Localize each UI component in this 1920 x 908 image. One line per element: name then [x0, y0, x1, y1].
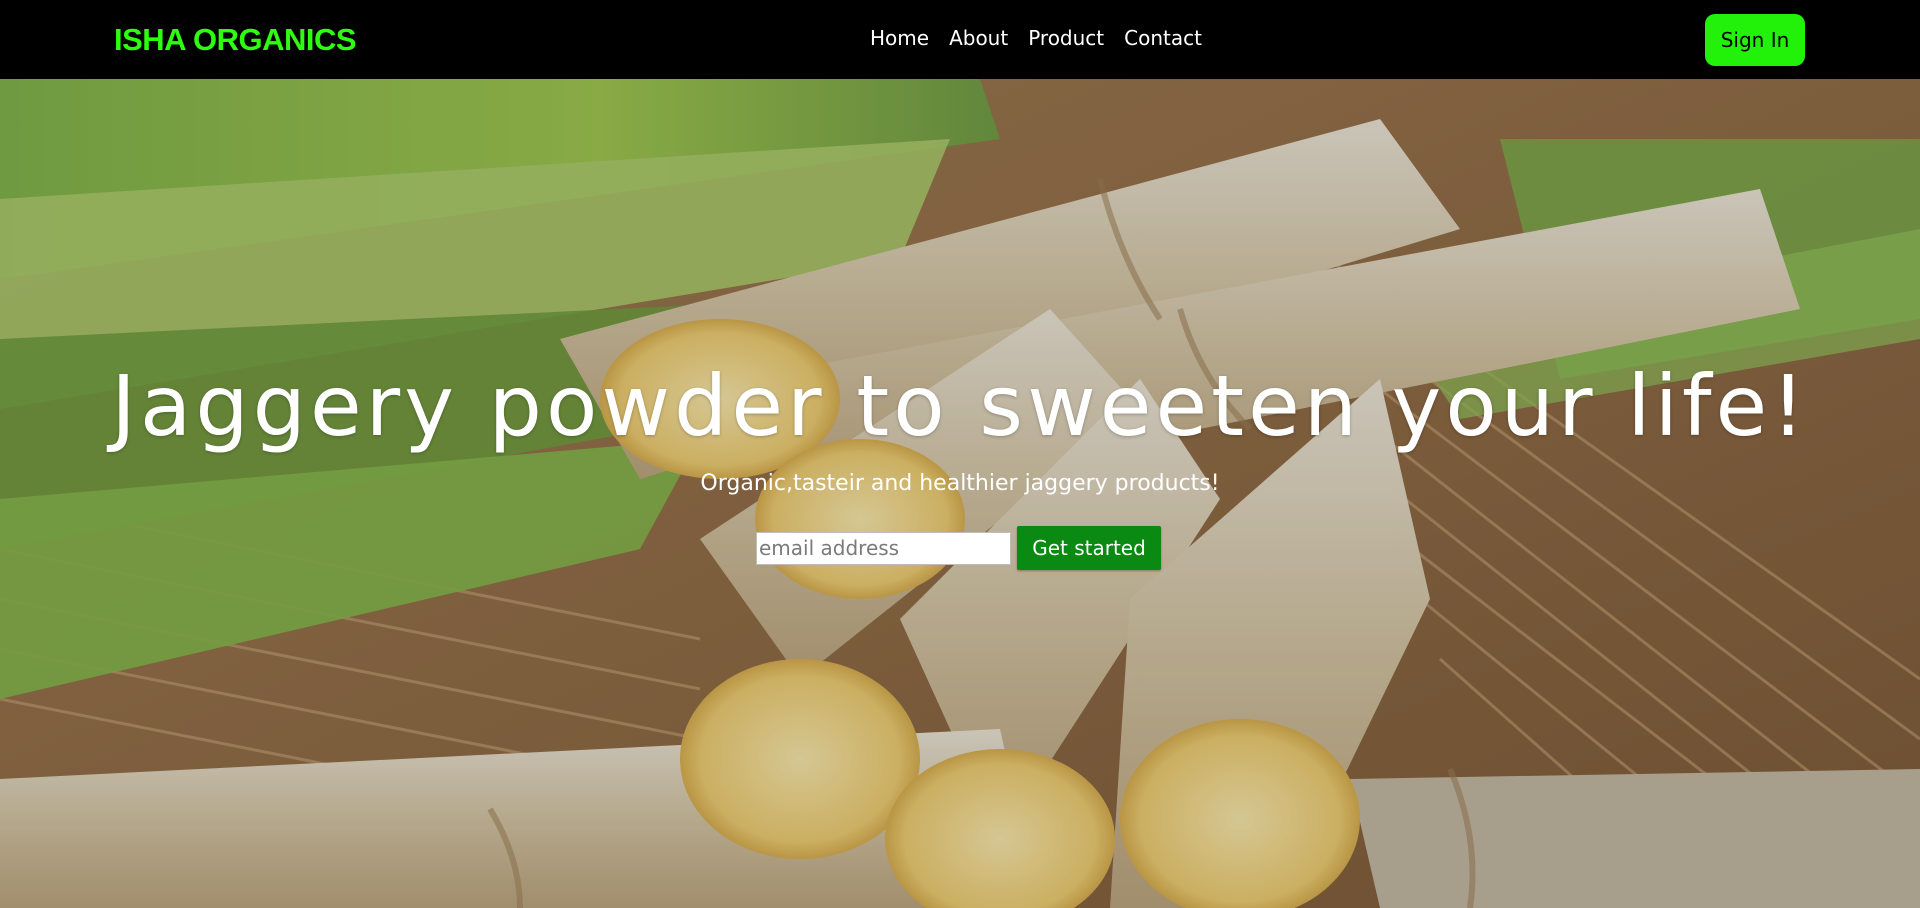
nav-link-product[interactable]: Product	[1018, 24, 1114, 52]
email-signup-form: Get started	[756, 526, 1161, 570]
hero-section: Jaggery powder to sweeten your life! Org…	[0, 79, 1920, 908]
nav-link-contact[interactable]: Contact	[1114, 24, 1212, 52]
hero-title: Jaggery powder to sweeten your life!	[111, 357, 1809, 455]
get-started-button[interactable]: Get started	[1017, 526, 1161, 570]
brand-logo[interactable]: ISHA ORGANICS	[114, 20, 357, 60]
email-input[interactable]	[756, 531, 1011, 565]
top-navbar: ISHA ORGANICS Home About Product Contact…	[0, 0, 1920, 79]
nav-link-about[interactable]: About	[939, 24, 1018, 52]
nav-link-home[interactable]: Home	[860, 24, 939, 52]
hero-subtitle: Organic,tasteir and healthier jaggery pr…	[700, 471, 1220, 496]
sign-in-button[interactable]: Sign In	[1705, 14, 1805, 66]
main-nav: Home About Product Contact	[860, 24, 1212, 52]
